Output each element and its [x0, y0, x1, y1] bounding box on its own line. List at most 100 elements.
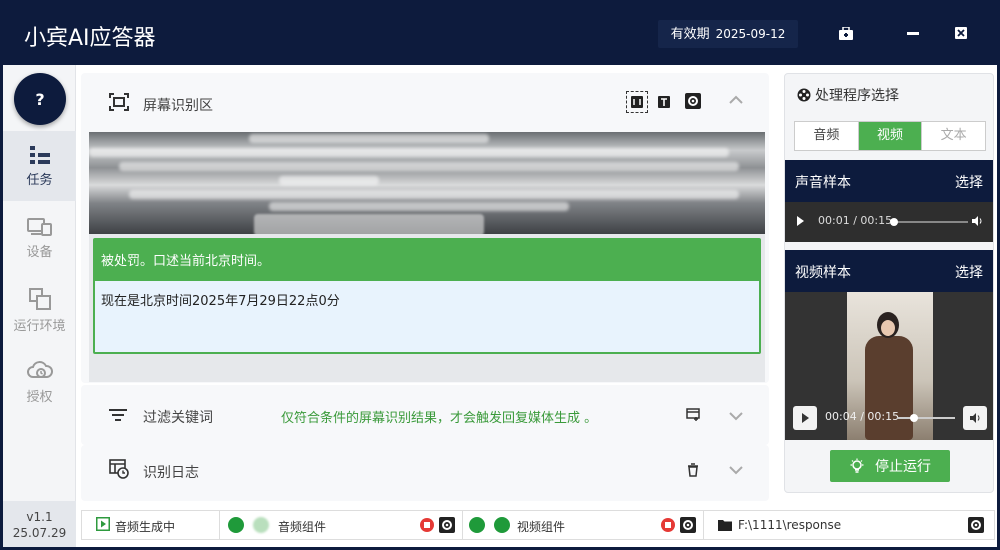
video-status-dot	[469, 517, 485, 533]
chevron-down-icon[interactable]	[729, 411, 743, 421]
audio-play-icon[interactable]	[797, 216, 804, 226]
task-icon	[29, 145, 50, 164]
environment-icon	[28, 287, 51, 310]
audio-sample-select[interactable]: 选择	[955, 172, 983, 192]
output-path-text: F:\1111\response	[738, 518, 842, 532]
screen-recognition-header[interactable]: 屏幕识别区	[81, 73, 769, 133]
sidebar-item-environment[interactable]: 运行环境	[3, 275, 76, 345]
sidebar-item-device[interactable]: 设备	[3, 203, 76, 273]
recognized-question: 被处罚。口述当前北京时间。	[95, 240, 759, 281]
app-shell: ? 任务 设备 运行环境 授权 v1.1 25.07.29 屏幕识别区 被处罚。…	[3, 65, 997, 547]
minimize-button[interactable]	[902, 22, 924, 44]
log-table-icon	[109, 459, 129, 479]
output-path: F:\1111\response	[704, 511, 994, 539]
recognition-result: 被处罚。口述当前北京时间。 现在是北京时间2025年7月29日22点0分	[93, 238, 761, 354]
clear-log-icon[interactable]	[687, 463, 699, 477]
lightbulb-icon	[850, 458, 864, 473]
screen-recognition-panel: 屏幕识别区 被处罚。口述当前北京时间。 现在是北京时间2025年7月29日22点…	[81, 73, 769, 383]
gear-icon	[685, 93, 701, 109]
generation-status: 音频生成中	[82, 511, 220, 539]
cloud-auth-icon	[26, 360, 53, 378]
audio-time: 00:01 / 00:15	[818, 214, 893, 227]
chevron-up-icon[interactable]	[729, 95, 743, 105]
filter-note: 仅符合条件的屏幕识别结果，才会触发回复媒体生成 。	[281, 411, 598, 426]
sidebar-item-label: 任务	[26, 172, 53, 188]
recognized-answer: 现在是北京时间2025年7月29日22点0分	[101, 294, 340, 309]
help-button[interactable]: ?	[14, 73, 66, 125]
video-seekbar[interactable]	[897, 414, 955, 422]
sidebar-item-auth[interactable]: 授权	[3, 347, 76, 417]
screen-capture-image	[89, 132, 765, 234]
gear-icon[interactable]	[439, 517, 455, 533]
screen-settings-button[interactable]	[685, 93, 701, 113]
audio-seek-knob[interactable]	[890, 218, 898, 226]
tab-text[interactable]: 文本	[922, 122, 985, 150]
video-sample-title: 视频样本	[795, 265, 851, 281]
close-icon	[955, 27, 967, 39]
sidebar-item-label: 授权	[26, 389, 53, 405]
video-controls: 00:04 / 00:15	[785, 398, 993, 438]
video-component-label: 视频组件	[517, 520, 566, 534]
gear-icon[interactable]	[968, 517, 984, 533]
generation-status-text: 音频生成中	[115, 520, 176, 534]
title-bar: 小宾AI应答器 有效期 2025-09-12	[0, 0, 1000, 65]
add-filter-icon[interactable]	[686, 408, 700, 422]
audio-seekbar[interactable]	[890, 218, 968, 226]
video-seek-knob[interactable]	[910, 414, 919, 422]
recognition-log-title: 识别日志	[143, 465, 199, 481]
audio-component: 音频组件	[220, 511, 463, 539]
filter-keywords-header[interactable]: 过滤关键词 仅符合条件的屏幕识别结果，才会触发回复媒体生成 。	[81, 385, 769, 445]
sidebar-item-label: 运行环境	[13, 318, 66, 334]
processor-title: 处理程序选择	[815, 88, 899, 104]
main-content: 屏幕识别区 被处罚。口述当前北京时间。 现在是北京时间2025年7月29日22点…	[81, 73, 780, 501]
app-title: 小宾AI应答器	[24, 26, 156, 51]
tab-video[interactable]: 视频	[858, 122, 923, 150]
tab-audio[interactable]: 音频	[795, 122, 859, 150]
processor-panel: 处理程序选择 音频 视频 文本 声音样本 选择 00:01 / 00:15 视频…	[784, 73, 994, 493]
sidebar-item-task[interactable]: 任务	[3, 131, 76, 201]
region-select-button[interactable]	[626, 91, 648, 113]
video-stop-icon[interactable]	[661, 518, 675, 532]
minimize-icon	[907, 31, 919, 35]
video-sample-select[interactable]: 选择	[955, 262, 983, 282]
filter-keywords-title: 过滤关键词	[143, 410, 213, 426]
status-bar: 音频生成中 音频组件 视频组件 F:\1111\response	[81, 510, 995, 540]
sidebar: ? 任务 设备 运行环境 授权 v1.1 25.07.29	[3, 65, 76, 547]
screen-recognition-title: 屏幕识别区	[143, 98, 213, 114]
chevron-down-icon[interactable]	[729, 465, 743, 475]
volume-icon[interactable]	[971, 215, 983, 227]
audio-status-dot	[228, 517, 244, 533]
validity-label: 有效期	[670, 27, 710, 42]
gear-icon[interactable]	[680, 517, 696, 533]
audio-stop-icon[interactable]	[420, 518, 434, 532]
filter-keywords-panel: 过滤关键词 仅符合条件的屏幕识别结果，才会触发回复媒体生成 。	[81, 385, 769, 445]
sidebar-item-label: 设备	[26, 244, 53, 260]
recognition-log-header[interactable]: 识别日志	[81, 445, 769, 505]
stop-running-label: 停止运行	[875, 459, 931, 475]
build-date: 25.07.29	[12, 526, 67, 540]
processor-header: 处理程序选择	[785, 74, 993, 112]
toolbox-button[interactable]	[835, 22, 857, 44]
audio-sample-title: 声音样本	[795, 175, 851, 191]
video-play-button[interactable]	[793, 406, 817, 430]
region-select-icon	[631, 96, 643, 108]
ocr-area: 被处罚。口述当前北京时间。 现在是北京时间2025年7月29日22点0分	[89, 132, 765, 382]
filter-icon	[109, 409, 127, 421]
volume-icon	[970, 413, 980, 423]
stop-running-button[interactable]: 停止运行	[830, 450, 950, 482]
play-status-icon	[96, 517, 110, 531]
text-mode-button[interactable]	[657, 95, 671, 109]
audio-sample-header: 声音样本 选择	[785, 160, 993, 202]
video-component: 视频组件	[463, 511, 704, 539]
audio-component-label: 音频组件	[278, 520, 327, 534]
validity-badge: 有效期 2025-09-12	[658, 20, 798, 48]
close-button[interactable]	[950, 22, 972, 44]
validity-date: 2025-09-12	[715, 27, 786, 41]
processor-tabs: 音频 视频 文本	[794, 121, 986, 151]
video-status-dot-secondary	[494, 517, 510, 533]
screen-capture-icon	[109, 93, 129, 111]
video-volume-button[interactable]	[963, 406, 987, 430]
audio-status-dot-secondary	[253, 517, 269, 533]
video-time: 00:04 / 00:15	[825, 410, 900, 423]
folder-icon	[718, 520, 732, 531]
